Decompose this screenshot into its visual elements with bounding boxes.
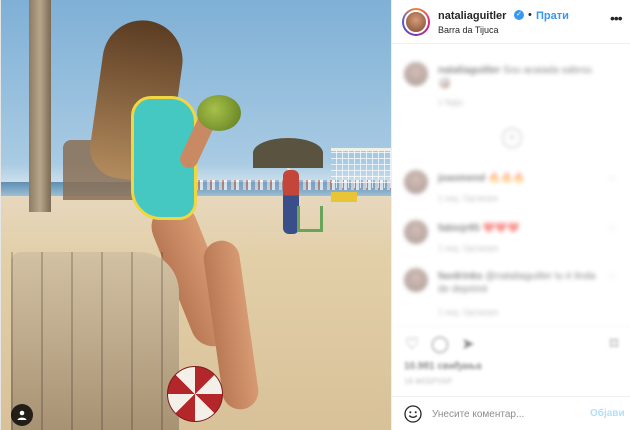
comment-avatar[interactable] <box>404 170 428 194</box>
photo-wooden-posts <box>11 252 179 430</box>
post-sidebar: nataliaguitler ✓ • Прати Barra da Tijuca… <box>391 0 630 430</box>
photo-coconut <box>197 95 241 131</box>
bookmark-icon[interactable]: ⌑ <box>604 335 624 355</box>
user-tag-icon[interactable] <box>11 404 33 426</box>
comment-avatar[interactable] <box>404 62 428 86</box>
post-photo[interactable] <box>1 0 391 430</box>
comment-meta: 1 нед. Одговори <box>438 244 498 253</box>
comment-meta: 1 нед. Одговори <box>438 194 498 203</box>
comment-text: joaomend 🔥🔥🔥 <box>438 173 526 184</box>
comment-avatar[interactable] <box>404 220 428 244</box>
share-icon[interactable]: ➤ <box>458 335 478 355</box>
more-options-icon[interactable]: ••• <box>610 10 623 26</box>
user-tag-glyph <box>17 410 27 420</box>
photo-wooden-pole <box>29 0 51 212</box>
heart-icon[interactable]: ♡ <box>608 224 616 235</box>
post-actions: ♡ ◯ ➤ ⌑ 10.981 свиђања 18 ФЕБРУАР <box>392 326 630 396</box>
photo-sign <box>331 192 357 202</box>
heart-icon[interactable]: ♡ <box>608 272 616 283</box>
comment-icon[interactable]: ◯ <box>430 335 450 355</box>
avatar-image <box>404 10 428 34</box>
header-separator: • <box>528 9 532 21</box>
comment-input[interactable] <box>432 406 582 422</box>
comment-meta: 1 нед. Одговори <box>438 308 498 317</box>
avatar[interactable] <box>402 8 430 36</box>
load-more-comments-button[interactable]: + <box>502 128 522 148</box>
photo-volleyball-net <box>331 148 391 188</box>
comment-avatar[interactable] <box>404 268 428 292</box>
emoji-icon[interactable] <box>404 405 422 423</box>
heart-icon[interactable]: ♡ <box>402 335 422 355</box>
instagram-post: nataliaguitler ✓ • Прати Barra da Tijuca… <box>0 0 630 430</box>
follow-button[interactable]: Прати <box>536 10 569 22</box>
photo-soccer-ball <box>167 366 223 422</box>
comments-list: nataliaguitler Sou acaiada sabrou 🥥 1 Ng… <box>392 44 630 326</box>
likes-count[interactable]: 10.981 свиђања <box>404 361 482 372</box>
post-date: 18 ФЕБРУАР <box>404 377 453 386</box>
comment-text: favdrinks @nataliaguitler tu é linda de … <box>438 271 596 295</box>
username-link[interactable]: nataliaguitler <box>438 10 506 22</box>
photo-beach-chair <box>297 206 323 232</box>
post-comment-button[interactable]: Објави <box>590 408 625 419</box>
heart-icon[interactable]: ♡ <box>608 174 616 185</box>
comment-text: fabiojr85 ❤️❤️❤️ <box>438 223 520 234</box>
comment-meta: 1 Ngiju <box>438 98 463 107</box>
post-header: nataliaguitler ✓ • Прати Barra da Tijuca… <box>392 0 630 44</box>
location-link[interactable]: Barra da Tijuca <box>438 25 499 35</box>
photo-umbrella <box>253 138 323 168</box>
verified-badge-icon: ✓ <box>514 10 524 20</box>
comment-text: nataliaguitler Sou acaiada sabrou 🥥 <box>438 65 592 89</box>
comment-bar: Објави <box>392 396 630 430</box>
